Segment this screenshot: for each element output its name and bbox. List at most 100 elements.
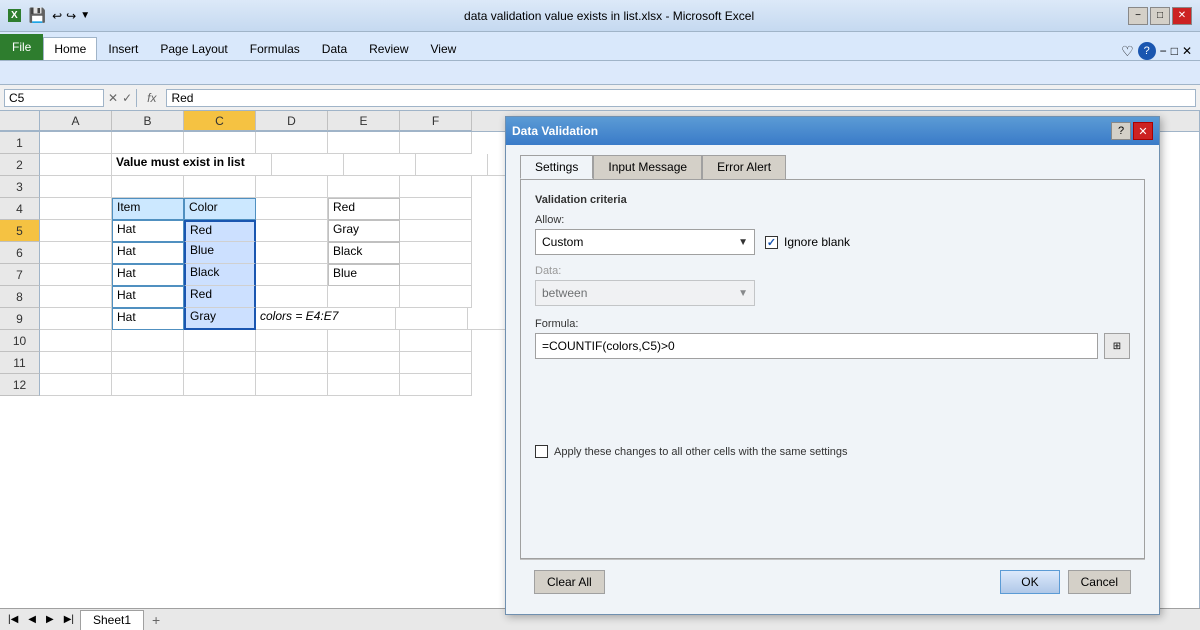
tab-settings[interactable]: Settings [520,155,593,179]
cell-E12[interactable] [328,374,400,396]
cell-D10[interactable] [256,330,328,352]
cell-C2[interactable] [272,154,344,176]
qat-dropdown[interactable]: ▼ [80,10,90,21]
cell-A6[interactable] [40,242,112,264]
formula-input[interactable] [166,89,1196,107]
sheet-nav-left[interactable]: |◀ [4,612,22,627]
cell-B9[interactable]: Hat [112,308,184,330]
cell-A5[interactable] [40,220,112,242]
cell-B5[interactable]: Hat [112,220,184,242]
cell-A3[interactable] [40,176,112,198]
tab-view[interactable]: View [420,37,468,60]
cell-B12[interactable] [112,374,184,396]
cell-E1[interactable] [328,132,400,154]
cell-C9[interactable]: Gray [184,308,256,330]
cell-B6[interactable]: Hat [112,242,184,264]
tab-page-layout[interactable]: Page Layout [149,37,238,60]
tab-error-alert[interactable]: Error Alert [702,155,786,179]
tab-review[interactable]: Review [358,37,419,60]
cell-F10[interactable] [400,330,472,352]
cell-C11[interactable] [184,352,256,374]
cell-F6[interactable] [400,242,472,264]
cell-A7[interactable] [40,264,112,286]
dialog-close-button[interactable]: ✕ [1133,122,1153,140]
cell-C6[interactable]: Blue [184,242,256,264]
allow-dropdown[interactable]: Custom ▼ [535,229,755,255]
minimize-button[interactable]: − [1128,7,1148,25]
cell-A10[interactable] [40,330,112,352]
cell-C12[interactable] [184,374,256,396]
cell-C8[interactable]: Red [184,286,256,308]
cell-C4[interactable]: Color [184,198,256,220]
tab-input-message[interactable]: Input Message [593,155,702,179]
cell-A4[interactable] [40,198,112,220]
cell-D3[interactable] [256,176,328,198]
ribbon-restore-icon[interactable]: □ [1171,44,1178,58]
cell-E4[interactable]: Red [328,198,400,220]
ribbon-close-icon[interactable]: ✕ [1182,44,1192,58]
dialog-help-button[interactable]: ? [1111,122,1131,140]
window-controls[interactable]: − □ ✕ [1128,7,1192,25]
maximize-button[interactable]: □ [1150,7,1170,25]
cell-A8[interactable] [40,286,112,308]
cell-D8[interactable] [256,286,328,308]
dialog-title-buttons[interactable]: ? ✕ [1111,122,1153,140]
cell-A1[interactable] [40,132,112,154]
cell-A2[interactable] [40,154,112,176]
cell-A9[interactable] [40,308,112,330]
sheet-nav-next[interactable]: ▶ [42,612,58,627]
cell-B4[interactable]: Item [112,198,184,220]
sheet-nav-prev[interactable]: ◀ [24,612,40,627]
cell-E9[interactable] [396,308,468,330]
cell-B3[interactable] [112,176,184,198]
redo-icon[interactable]: ↪ [66,9,76,23]
tab-home[interactable]: Home [43,37,97,60]
cell-D5[interactable] [256,220,328,242]
cell-C1[interactable] [184,132,256,154]
cell-E8[interactable] [328,286,400,308]
cell-C5[interactable]: Red [184,220,256,242]
tab-insert[interactable]: Insert [97,37,149,60]
cell-E3[interactable] [328,176,400,198]
sheet-tab-1[interactable]: Sheet1 [80,610,144,630]
name-box[interactable] [4,89,104,107]
cell-E10[interactable] [328,330,400,352]
cell-D6[interactable] [256,242,328,264]
ribbon-minimize-icon[interactable]: − [1160,44,1167,58]
cell-D1[interactable] [256,132,328,154]
cell-E7[interactable]: Blue [328,264,400,286]
cell-F12[interactable] [400,374,472,396]
cell-F3[interactable] [400,176,472,198]
cell-B7[interactable]: Hat [112,264,184,286]
cell-D11[interactable] [256,352,328,374]
cell-B10[interactable] [112,330,184,352]
close-button[interactable]: ✕ [1172,7,1192,25]
cell-E2[interactable] [416,154,488,176]
formula-reference-button[interactable]: ⊞ [1104,333,1130,359]
ignore-blank-checkbox[interactable]: ✓ [765,236,778,249]
cell-F8[interactable] [400,286,472,308]
cancel-button[interactable]: Cancel [1068,570,1131,594]
add-sheet-button[interactable]: + [146,610,166,630]
cell-C7[interactable]: Black [184,264,256,286]
tab-file[interactable]: File [0,34,43,60]
cell-D12[interactable] [256,374,328,396]
tab-data[interactable]: Data [311,37,358,60]
cell-E11[interactable] [328,352,400,374]
cell-B2[interactable]: Value must exist in list [112,154,272,176]
undo-icon[interactable]: ↩ [52,9,62,23]
cell-D9[interactable]: colors = E4:E7 [256,308,396,330]
cell-F7[interactable] [400,264,472,286]
cell-A11[interactable] [40,352,112,374]
save-icon[interactable]: 💾 [29,7,46,24]
cell-F1[interactable] [400,132,472,154]
cell-B11[interactable] [112,352,184,374]
apply-changes-checkbox[interactable] [535,445,548,458]
help-icon[interactable]: ? [1138,42,1156,60]
cell-F5[interactable] [400,220,472,242]
cell-E6[interactable]: Black [328,242,400,264]
cell-E5[interactable]: Gray [328,220,400,242]
cell-F11[interactable] [400,352,472,374]
cell-C10[interactable] [184,330,256,352]
sheet-nav-right[interactable]: ▶| [60,612,78,627]
